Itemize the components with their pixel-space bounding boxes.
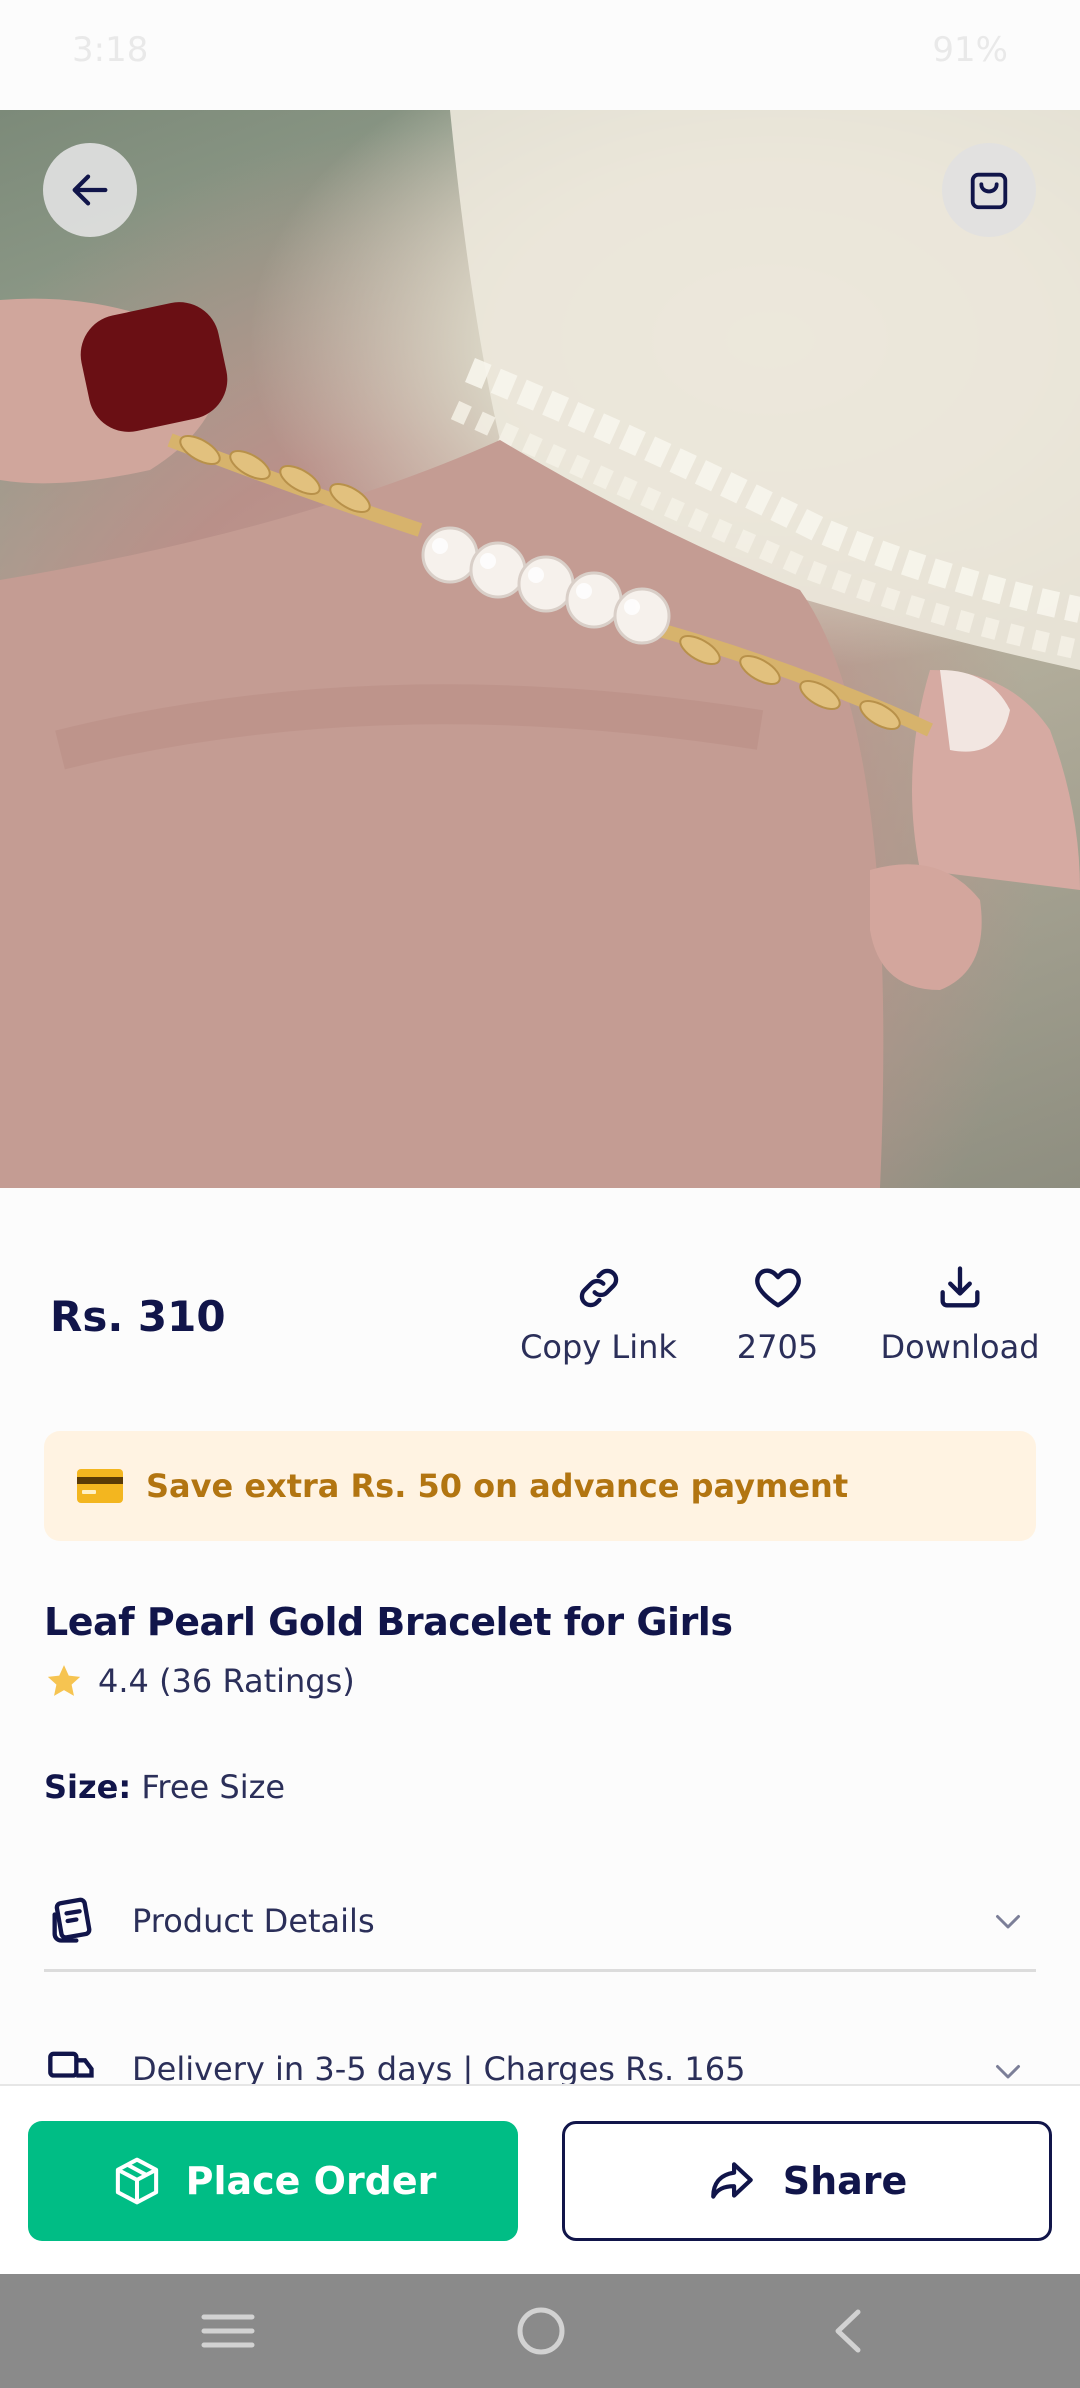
- wishlist-button[interactable]: 2705: [720, 1262, 835, 1366]
- copy-link-button[interactable]: Copy Link: [520, 1262, 677, 1366]
- copy-link-label: Copy Link: [520, 1328, 677, 1366]
- place-order-label: Place Order: [185, 2159, 437, 2203]
- share-label: Share: [782, 2159, 908, 2203]
- place-order-button[interactable]: Place Order: [28, 2121, 518, 2241]
- home-circle-icon: [517, 2307, 565, 2355]
- product-photo: [0, 110, 1080, 1188]
- delivery-row[interactable]: Delivery in 3-5 days | Charges Rs. 165: [44, 2024, 1036, 2084]
- cart-button[interactable]: [942, 143, 1036, 237]
- product-title: Leaf Pearl Gold Bracelet for Girls: [44, 1600, 733, 1644]
- star-icon: [47, 1665, 81, 1696]
- size-info: Size: Free Size: [44, 1768, 285, 1806]
- product-screen: 3:18 91% Rs. 310 Copy Link 2705 Download…: [0, 0, 1080, 2388]
- product-image-carousel[interactable]: [0, 110, 1080, 1188]
- menu-icon: [201, 2314, 255, 2348]
- share-button[interactable]: Share: [562, 2121, 1052, 2241]
- bottom-action-bar: Place Order Share: [0, 2084, 1080, 2274]
- like-count: 2705: [736, 1328, 819, 1366]
- chevron-left-icon: [835, 2309, 861, 2353]
- status-bar: 3:18 91%: [0, 0, 1080, 110]
- home-button[interactable]: [514, 2274, 568, 2388]
- banner-text: Save extra Rs. 50 on advance payment: [146, 1467, 849, 1505]
- delivery-label: Delivery in 3-5 days | Charges Rs. 165: [132, 2050, 746, 2084]
- credit-card-icon: [77, 1469, 123, 1503]
- download-icon: [940, 1266, 980, 1308]
- box-icon: [115, 2157, 158, 2205]
- product-details-row[interactable]: Product Details: [44, 1872, 1036, 1972]
- system-back-button[interactable]: [828, 2274, 868, 2388]
- document-icon: [44, 1895, 100, 1947]
- link-icon: [579, 1268, 618, 1308]
- chevron-down-icon: [996, 2065, 1020, 2079]
- arrow-left-icon: [72, 174, 108, 206]
- status-battery: 91%: [932, 30, 1008, 70]
- download-label: Download: [880, 1328, 1040, 1366]
- rating-text: 4.4 (36 Ratings): [98, 1662, 355, 1700]
- shopping-bag-icon: [970, 172, 1008, 210]
- size-value: Free Size: [141, 1768, 286, 1806]
- delivery-truck-icon: [44, 2024, 100, 2084]
- product-rating[interactable]: 4.4 (36 Ratings): [44, 1662, 355, 1700]
- share-arrow-icon: [710, 2162, 753, 2199]
- back-button[interactable]: [43, 143, 137, 237]
- recent-apps-button[interactable]: [200, 2274, 256, 2388]
- advance-payment-banner: Save extra Rs. 50 on advance payment: [44, 1431, 1036, 1541]
- chevron-down-icon: [996, 1914, 1020, 1928]
- system-navigation-bar: [0, 2274, 1080, 2388]
- heart-icon: [754, 1268, 801, 1308]
- status-time: 3:18: [72, 30, 149, 70]
- size-label: Size:: [44, 1768, 132, 1806]
- download-button[interactable]: Download: [876, 1262, 1044, 1366]
- product-details-label: Product Details: [132, 1901, 375, 1940]
- product-price: Rs. 310: [50, 1292, 226, 1341]
